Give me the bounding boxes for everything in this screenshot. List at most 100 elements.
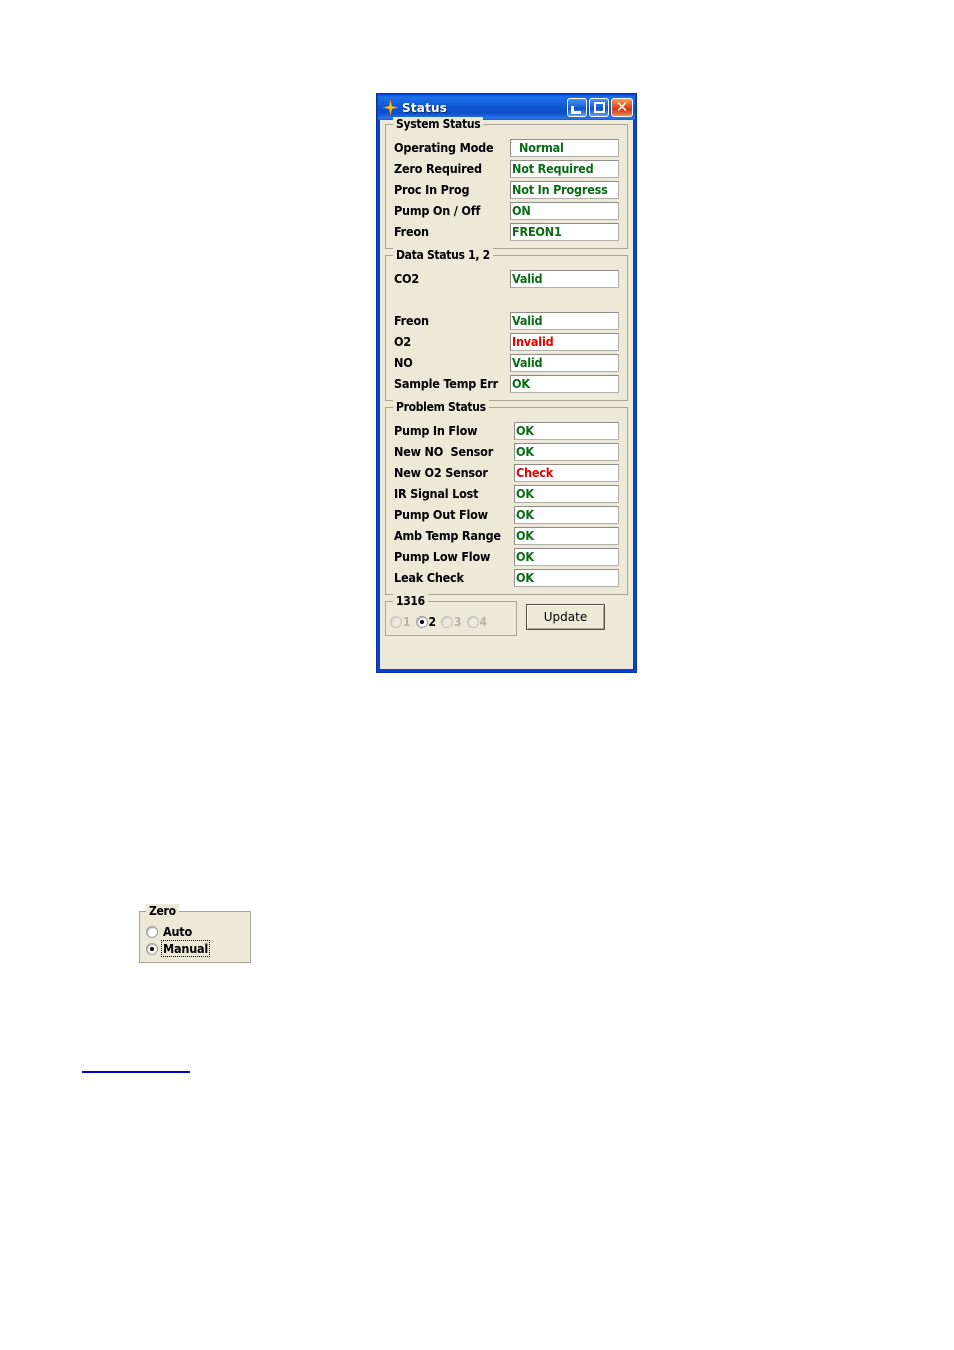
zero-group: Zero Auto Manual <box>139 904 251 963</box>
zero-radio-manual[interactable]: Manual <box>146 940 250 957</box>
status-value-field: Normal <box>510 138 619 157</box>
zero-radio-label: Auto <box>163 924 193 939</box>
status-value-field: Not In Progress <box>510 180 619 199</box>
status-row: CO2 Valid <box>394 268 619 289</box>
channel-radio-4: 4 <box>466 615 488 629</box>
window-title: Status <box>402 100 448 115</box>
status-row-label: NO <box>394 355 413 370</box>
status-row-label: Freon <box>394 224 429 239</box>
status-row-label: New NO Sensor <box>394 444 494 459</box>
sparkle-icon <box>382 99 399 116</box>
status-row: IR Signal Lost OK <box>394 483 619 504</box>
zero-group-title: Zero <box>146 904 179 918</box>
radio-icon <box>466 616 479 628</box>
status-row-label: Pump In Flow <box>394 423 478 438</box>
status-row: Proc In Prog Not In Progress <box>394 179 619 200</box>
status-value-field: Valid <box>510 311 619 330</box>
status-row-label: Pump Out Flow <box>394 507 488 522</box>
status-value-field: ON <box>510 201 619 220</box>
zero-radio-auto[interactable]: Auto <box>146 923 250 940</box>
status-value-field: Check <box>514 463 619 482</box>
status-row: Zero Required Not Required <box>394 158 619 179</box>
status-row: Sample Temp Err OK <box>394 373 619 394</box>
channel-radio-3: 3 <box>441 615 462 629</box>
window-body: System Status Operating Mode Normal Zero R… <box>380 117 633 669</box>
status-row: Pump Low Flow OK <box>394 546 619 567</box>
status-row-label: Pump On / Off <box>394 203 481 218</box>
status-row: NO Valid <box>394 352 619 373</box>
status-row: Operating Mode Normal <box>394 137 619 158</box>
status-row: Pump Out Flow OK <box>394 504 619 525</box>
channel-radio-label: 2 <box>428 615 437 629</box>
status-value-field: Not Required <box>510 159 619 178</box>
status-row-label: IR Signal Lost <box>394 486 479 501</box>
radio-icon[interactable] <box>146 925 158 938</box>
status-row: Pump In Flow OK <box>394 420 619 441</box>
status-row: Leak Check OK <box>394 567 619 588</box>
minimize-button[interactable] <box>567 98 587 117</box>
maximize-icon <box>594 102 605 113</box>
status-value-field: OK <box>514 442 619 461</box>
radio-icon[interactable] <box>146 942 158 955</box>
footer-hyperlink[interactable] <box>82 1071 190 1073</box>
close-button[interactable]: ✕ <box>611 98 633 117</box>
channel-radio-label: 4 <box>479 615 488 629</box>
zero-radio-label: Manual <box>160 940 211 957</box>
channel-radio-2[interactable]: 2 <box>415 615 437 629</box>
channel-select-group: 1316 1 2 3 4 <box>385 594 517 636</box>
status-row: Amb Temp Range OK <box>394 525 619 546</box>
status-row-spacer <box>394 289 619 310</box>
status-value-field: Valid <box>510 269 619 288</box>
status-row: Freon Valid <box>394 310 619 331</box>
problem-status-group: Problem Status Pump In Flow OK New NO Sens… <box>385 400 628 595</box>
status-value-field: Invalid <box>510 332 619 351</box>
data-status-group-title: Data Status 1, 2 <box>393 248 493 262</box>
status-row-label: Leak Check <box>394 570 464 585</box>
status-row-label: Sample Temp Err <box>394 376 498 391</box>
status-value-field: Valid <box>510 353 619 372</box>
channel-radio-label: 3 <box>454 615 462 629</box>
status-value-field: OK <box>510 374 619 393</box>
problem-status-rows: Pump In Flow OK New NO Sensor OK New O2 Sens… <box>386 408 627 594</box>
status-row-label: Freon <box>394 313 429 328</box>
minimize-icon <box>571 106 581 114</box>
system-status-rows: Operating Mode Normal Zero Required Not Req… <box>386 125 627 248</box>
status-value-field: OK <box>514 568 619 587</box>
channel-radio-label: 1 <box>403 615 411 629</box>
update-button[interactable]: Update <box>526 604 605 630</box>
data-status-group: Data Status 1, 2 CO2 Valid Freon Valid O2 Inv… <box>385 248 628 401</box>
status-window: Status ✕ System Status Operating Mode Nor… <box>376 93 637 673</box>
system-status-group-title: System Status <box>393 117 484 131</box>
window-controls: ✕ <box>567 98 633 117</box>
status-row-label: Proc In Prog <box>394 182 470 197</box>
status-row: O2 Invalid <box>394 331 619 352</box>
dialog-footer: 1316 1 2 3 4 Update <box>385 594 628 636</box>
channel-radio-1: 1 <box>390 615 411 629</box>
channel-select-group-title: 1316 <box>393 594 428 608</box>
problem-status-group-title: Problem Status <box>393 400 489 414</box>
status-value-field: OK <box>514 505 619 524</box>
status-row-label: O2 <box>394 334 411 349</box>
status-row-label: New O2 Sensor <box>394 465 488 480</box>
status-row-label: Pump Low Flow <box>394 549 491 564</box>
status-value-field: OK <box>514 547 619 566</box>
status-row: Pump On / Off ON <box>394 200 619 221</box>
status-row: Freon FREON1 <box>394 221 619 242</box>
status-value-field: OK <box>514 526 619 545</box>
status-value-field: OK <box>514 484 619 503</box>
zero-radio-rows: Auto Manual <box>140 912 250 957</box>
status-row-label: CO2 <box>394 271 420 286</box>
status-row: New O2 Sensor Check <box>394 462 619 483</box>
status-row-label: Operating Mode <box>394 140 494 155</box>
status-row-label: Amb Temp Range <box>394 528 501 543</box>
maximize-button[interactable] <box>589 98 609 117</box>
status-value-field: OK <box>514 421 619 440</box>
radio-icon[interactable] <box>415 616 428 628</box>
data-status-rows: CO2 Valid Freon Valid O2 Invalid NO Valid Sample… <box>386 256 627 400</box>
status-row-label: Zero Required <box>394 161 482 176</box>
status-value-field: FREON1 <box>510 222 619 241</box>
radio-icon <box>390 616 402 628</box>
status-row: New NO Sensor OK <box>394 441 619 462</box>
close-icon: ✕ <box>615 98 629 116</box>
radio-icon <box>441 616 454 628</box>
